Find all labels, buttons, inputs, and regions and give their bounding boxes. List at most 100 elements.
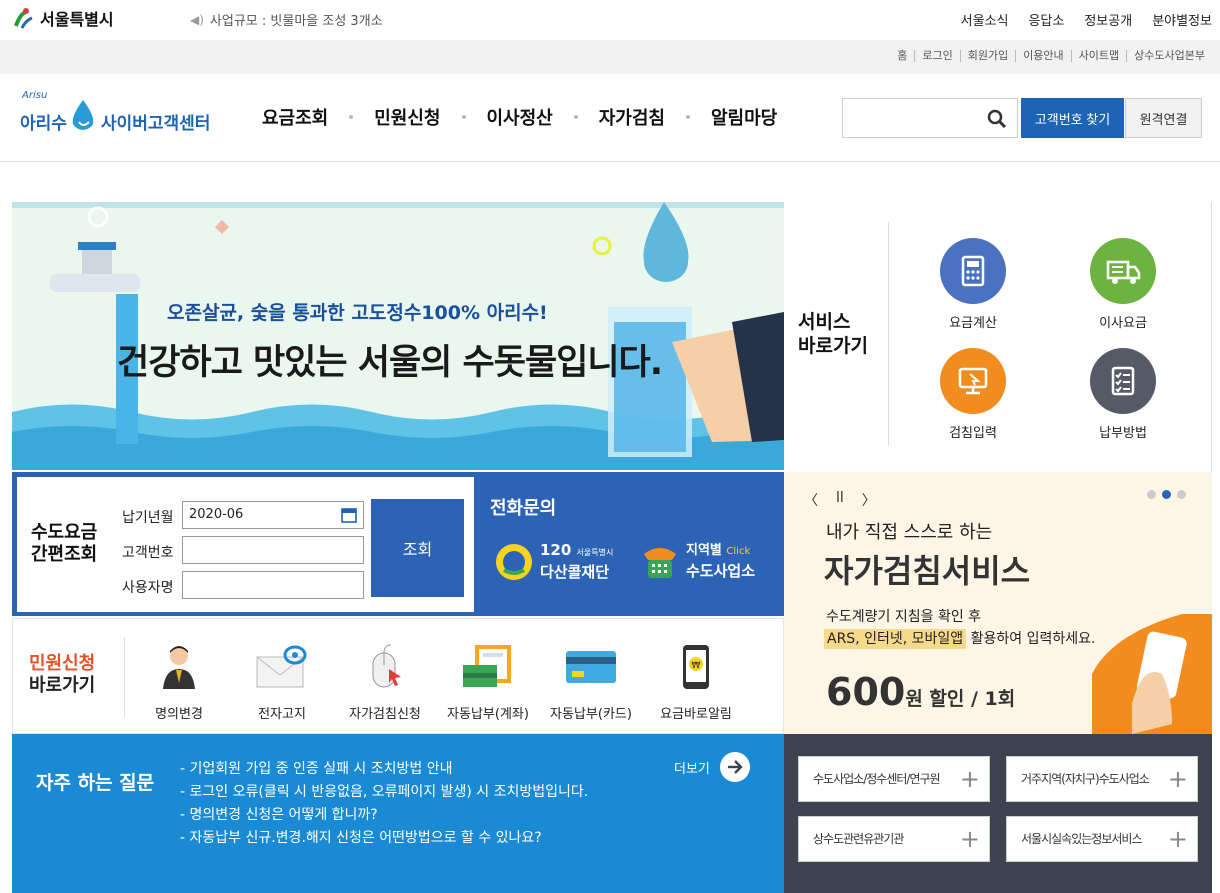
service-label: 이사요금 <box>1099 316 1147 331</box>
util-join[interactable]: 회원가입 <box>959 50 1015 62</box>
link-water-offices[interactable]: 수도사업소/정수센터/연구원 + <box>798 756 990 802</box>
service-shortcuts-title: 서비스 바로가기 <box>798 310 868 358</box>
arisu-logo-sub: 사이버고객센터 <box>100 114 211 134</box>
top-menu-eungdapso[interactable]: 응답소 <box>1028 10 1064 29</box>
region-text: 지역별 Click 수도사업소 <box>686 543 755 581</box>
main-nav: 요금조회 민원신청 이사정산 자가검침 알림마당 <box>262 104 777 130</box>
shortcut-label: 전자고지 <box>258 707 306 722</box>
service-moving-fee[interactable]: 이사요금 <box>1078 238 1168 331</box>
pause-button[interactable]: ll <box>836 490 844 510</box>
service-title-line1: 서비스 <box>798 311 851 333</box>
shortcut-auto-pay-card[interactable]: 자동납부(카드) <box>541 641 641 722</box>
util-headquarters[interactable]: 상수도사업본부 <box>1126 50 1212 62</box>
truck-icon <box>1090 238 1156 304</box>
top-menu-field[interactable]: 분야별정보 <box>1152 10 1212 29</box>
util-login[interactable]: 로그인 <box>914 50 959 62</box>
user-name-input[interactable] <box>182 571 364 599</box>
self-meter-promo[interactable]: 〈 ll 〉 내가 직접 스스로 하는 자가검침서비스 수도계량기 지침을 확인… <box>784 472 1212 734</box>
mouse-icon <box>335 641 435 693</box>
arisu-logo-small: Arisu <box>22 90 48 101</box>
notice[interactable]: ◀) 사업규모 : 빗물마을 조성 3개소 <box>190 10 383 30</box>
shortcut-name-change[interactable]: 명의변경 <box>129 641 229 722</box>
shortcut-e-notice[interactable]: 전자고지 <box>232 641 332 722</box>
faq-item[interactable]: - 자동납부 신규.변경.해지 신청은 어떤방법으로 할 수 있나요? <box>180 827 588 850</box>
due-month-input[interactable]: 2020-06 <box>182 501 364 529</box>
slide-dot-2[interactable] <box>1162 490 1171 499</box>
service-label: 납부방법 <box>1099 426 1147 441</box>
quick-inquiry-form: 수도요금 간편조회 납기년월 2020-06 고객번호 사용자명 조회 <box>17 477 474 612</box>
plus-icon: + <box>959 825 980 853</box>
link-related-agencies[interactable]: 상수도관련유관기관 + <box>798 816 990 862</box>
service-payment-method[interactable]: 납부방법 <box>1078 348 1168 441</box>
shortcut-label: 요금바로알림 <box>660 707 732 722</box>
civil-request-title: 민원신청 바로가기 <box>29 653 95 697</box>
nav-notice-board[interactable]: 알림마당 <box>711 104 777 130</box>
util-bar: 홈 로그인 회원가입 이용안내 사이트맵 상수도사업본부 <box>0 40 1220 74</box>
slider-indicators <box>1147 490 1186 499</box>
arisu-logo-main: 아리수 <box>20 114 67 134</box>
seoul-logo[interactable]: 서울특별시 <box>12 6 114 30</box>
link-residence-office[interactable]: 거주지역(자치구)수도사업소 + <box>1006 756 1198 802</box>
link-seoul-info-service[interactable]: 서울시실속있는정보서비스 + <box>1006 816 1198 862</box>
nav-fee-inquiry[interactable]: 요금조회 <box>262 104 328 130</box>
shortcut-label: 자동납부(카드) <box>550 707 632 722</box>
notice-text: 사업규모 : 빗물마을 조성 3개소 <box>209 14 383 29</box>
util-sitemap[interactable]: 사이트맵 <box>1070 50 1126 62</box>
search-input[interactable] <box>843 99 983 137</box>
shortcut-fee-alert[interactable]: ₩ 요금바로알림 <box>646 641 746 722</box>
nav-separator <box>349 115 354 119</box>
search-icon[interactable] <box>987 109 1007 129</box>
dasan-text: 120 서울특별시 다산콜재단 <box>540 542 613 582</box>
header: Arisu 아리수 사이버고객센터 요금조회 민원신청 이사정산 자가검침 알림… <box>0 74 1220 162</box>
faq-more-button[interactable]: 더보기 <box>674 752 750 782</box>
top-menu: 서울소식 응답소 정보공개 분야별정보 <box>961 10 1212 29</box>
email-icon <box>232 641 332 693</box>
shortcut-auto-pay-account[interactable]: 자동납부(계좌) <box>438 641 538 722</box>
label-due-month: 납기년월 <box>122 510 174 526</box>
credit-card-icon <box>541 641 641 693</box>
shortcut-self-meter-request[interactable]: 자가검침신청 <box>335 641 435 722</box>
faq-item[interactable]: - 로그인 오류(클릭 시 반응없음, 오류페이지 발생) 시 조치방법입니다. <box>180 781 588 804</box>
calendar-icon[interactable] <box>341 507 357 523</box>
faq-list: - 기업회원 가입 중 인증 실패 시 조치방법 안내 - 로그인 오류(클릭 … <box>180 758 588 850</box>
calculator-icon <box>940 238 1006 304</box>
prev-button[interactable]: 〈 <box>804 490 818 510</box>
seoul-mark-icon <box>14 8 33 29</box>
remote-connect-button[interactable]: 원격연결 <box>1125 98 1202 138</box>
slide-dot-3[interactable] <box>1177 490 1186 499</box>
service-meter-input[interactable]: 검침입력 <box>928 348 1018 441</box>
quick-title-line1: 수도요금 <box>31 522 98 543</box>
divider <box>888 222 889 446</box>
faq-item[interactable]: - 기업회원 가입 중 인증 실패 시 조치방법 안내 <box>180 758 588 781</box>
main-banner[interactable]: 오존살균, 숯을 통과한 고도정수100% 아리수! 건강하고 맛있는 서울의 … <box>12 202 784 470</box>
regional-office-link[interactable]: 지역별 Click 수도사업소 <box>640 542 755 582</box>
quick-inquiry-title: 수도요금 간편조회 <box>31 522 97 566</box>
nav-civil-request[interactable]: 민원신청 <box>374 104 440 130</box>
banner-title: 건강하고 맛있는 서울의 수돗물입니다. <box>117 343 663 383</box>
customer-number-input[interactable] <box>182 536 364 564</box>
service-shortcuts: 서비스 바로가기 요금계산 이사요금 검침입력 납부방법 <box>784 202 1212 472</box>
due-month-value: 2020-06 <box>189 507 244 522</box>
service-fee-calculation[interactable]: 요금계산 <box>928 238 1018 331</box>
arisu-logo[interactable]: Arisu 아리수 사이버고객센터 <box>20 90 230 134</box>
nav-moving-settlement[interactable]: 이사정산 <box>487 104 553 130</box>
region-click: Click <box>726 546 751 557</box>
find-customer-number-button[interactable]: 고객번호 찾기 <box>1021 98 1124 138</box>
top-bar: 서울특별시 ◀) 사업규모 : 빗물마을 조성 3개소 서울소식 응답소 정보공… <box>0 0 1220 40</box>
util-guide[interactable]: 이용안내 <box>1015 50 1070 62</box>
util-home[interactable]: 홈 <box>890 50 914 62</box>
dasan-name: 다산콜재단 <box>540 563 610 581</box>
promo-highlight: ARS, 인터넷, 모바일앱 <box>824 629 967 649</box>
next-button[interactable]: 〉 <box>862 490 876 510</box>
smartphone-icon: ₩ <box>646 641 746 693</box>
top-menu-info[interactable]: 정보공개 <box>1084 10 1132 29</box>
dasan-call-link[interactable]: 120 서울특별시 다산콜재단 <box>494 542 613 582</box>
promo-desc-line1: 수도계량기 지침을 확인 후 <box>826 609 982 625</box>
slide-dot-1[interactable] <box>1147 490 1156 499</box>
top-menu-news[interactable]: 서울소식 <box>961 10 1009 29</box>
inquiry-button[interactable]: 조회 <box>371 499 464 597</box>
faq-item[interactable]: - 명의변경 신청은 어떻게 합니까? <box>180 804 588 827</box>
link-label: 수도사업소/정수센터/연구원 <box>813 772 941 786</box>
nav-self-meter[interactable]: 자가검침 <box>599 104 665 130</box>
search-box <box>842 98 1018 138</box>
